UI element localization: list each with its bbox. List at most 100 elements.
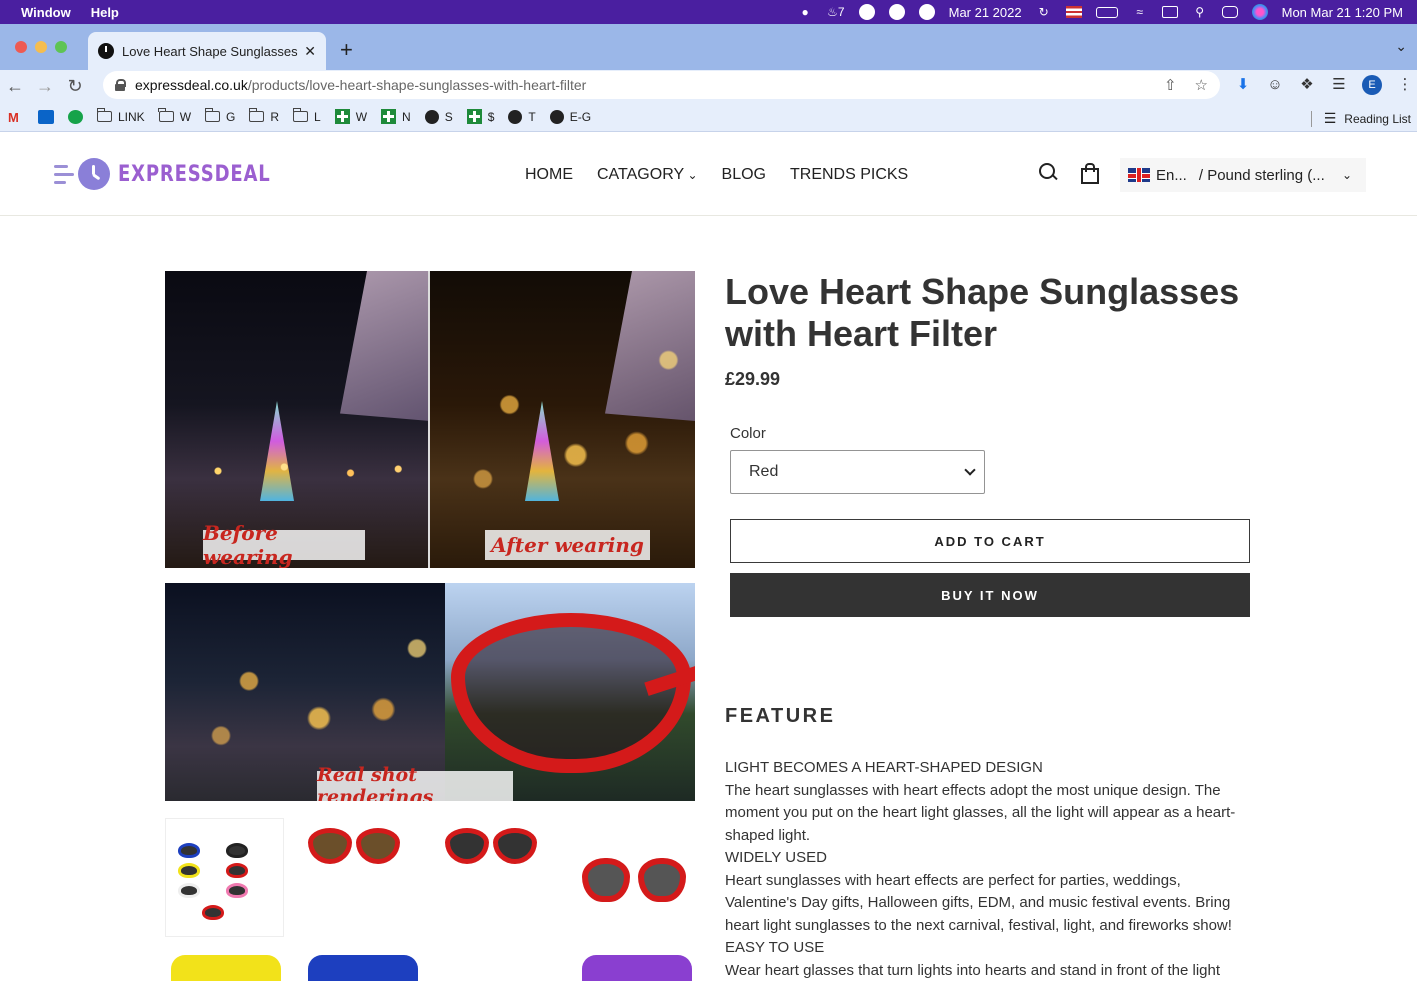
wifi-icon[interactable]: ≈	[1132, 5, 1148, 19]
close-tab-icon[interactable]: ✕	[304, 43, 316, 60]
bookmark-sheet-dollar[interactable]: $	[466, 109, 495, 124]
bookmark-grammarly[interactable]	[68, 109, 83, 124]
menubar-date[interactable]: Mar 21 2022	[949, 5, 1022, 20]
bookmark-sheet-w[interactable]: W	[334, 109, 367, 124]
caption-real-shot: Real shot renderings	[317, 764, 513, 801]
bookmark-label: W	[179, 109, 192, 124]
thumbnail-multicolor[interactable]	[165, 818, 284, 937]
bookmark-sheet-n[interactable]: N	[381, 109, 411, 124]
mini-glasses	[226, 843, 248, 858]
bookmark-folder-link[interactable]: LINK	[96, 108, 145, 124]
bookmark-outlook[interactable]	[38, 109, 54, 124]
bell-icon[interactable]: ♨7	[827, 5, 844, 19]
search-icon[interactable]	[1038, 162, 1058, 182]
address-bar[interactable]: expressdeal.co.uk/products/love-heart-sh…	[103, 71, 1220, 99]
extensions-puzzle-icon[interactable]: ❖	[1298, 76, 1316, 94]
bookmark-folder-g[interactable]: G	[204, 108, 236, 124]
site-logo[interactable]: EXPRESSDEAL	[54, 158, 304, 190]
chevron-down-icon	[964, 464, 976, 476]
color-select-value: Red	[749, 463, 779, 480]
close-window-button[interactable]	[15, 41, 27, 53]
mini-glasses	[226, 863, 248, 878]
minimize-window-button[interactable]	[35, 41, 47, 53]
grammarly-icon	[68, 109, 83, 124]
color-select[interactable]: Red	[730, 450, 985, 494]
back-arrow-icon[interactable]: ←	[0, 76, 30, 97]
thumbnail-yellow[interactable]	[165, 951, 284, 981]
menu-help[interactable]: Help	[91, 5, 119, 20]
line-app-icon[interactable]	[858, 4, 875, 20]
add-to-cart-button[interactable]: ADD TO CART	[730, 519, 1250, 563]
new-tab-icon[interactable]: +	[340, 37, 353, 63]
teamviewer-icon[interactable]	[888, 4, 905, 20]
reading-list-button[interactable]: ☰ Reading List	[1310, 110, 1411, 127]
media-control-icon[interactable]: ☰	[1330, 76, 1348, 94]
bookmark-folder-r[interactable]: R	[248, 108, 279, 124]
download-extension-icon[interactable]: ⬇	[1234, 76, 1252, 94]
lock-icon[interactable]	[115, 79, 126, 91]
purple-frame	[582, 955, 692, 981]
divider	[1310, 110, 1312, 127]
menubar-datetime[interactable]: Mon Mar 21 1:20 PM	[1282, 5, 1403, 20]
uk-flag-icon	[1128, 168, 1150, 182]
nav-trends-picks[interactable]: TRENDS PICKS	[790, 166, 908, 184]
thumbnail-red-side[interactable]	[302, 818, 421, 937]
time-machine-icon[interactable]: ↻	[1036, 5, 1052, 19]
reload-icon[interactable]: ↻	[60, 76, 90, 97]
forward-arrow-icon[interactable]: →	[30, 76, 60, 97]
tab-search-chevron-icon[interactable]: ⌄	[1395, 38, 1407, 55]
description-line: LIGHT BECOMES A HEART-SHAPED DESIGN	[725, 759, 1043, 776]
control-center-icon[interactable]	[1221, 6, 1238, 18]
active-tab[interactable]: Love Heart Shape Sunglasses w ✕	[88, 32, 326, 70]
menu-window[interactable]: Window	[21, 5, 71, 20]
main-product-image[interactable]: Before wearing After wearing	[165, 271, 695, 568]
bookmark-label: $	[487, 109, 495, 124]
bookmark-label: T	[528, 109, 536, 124]
zoom-window-button[interactable]	[55, 41, 67, 53]
spotlight-search-icon[interactable]: ⚲	[1192, 5, 1208, 19]
cart-bag-icon[interactable]	[1080, 162, 1099, 184]
siri-icon[interactable]	[1251, 4, 1268, 20]
chevron-down-icon: ⌄	[1341, 168, 1352, 182]
bookmark-globe-eg[interactable]: E-G	[549, 109, 591, 124]
nav-blog[interactable]: BLOG	[722, 166, 766, 184]
feature-heading: FEATURE	[725, 705, 836, 727]
bookmark-label: N	[402, 109, 411, 124]
bookmark-label: G	[226, 109, 236, 124]
checkmark-app-icon[interactable]	[918, 4, 935, 20]
thumbnail-empty[interactable]	[439, 951, 558, 981]
thumbnail-red-front[interactable]	[576, 818, 695, 937]
product-title: Love Heart Shape Sunglasses with Heart F…	[725, 271, 1240, 354]
bookmark-star-icon[interactable]: ☆	[1195, 76, 1208, 94]
more-menu-icon[interactable]: ⋮	[1396, 76, 1414, 94]
us-flag-icon[interactable]	[1065, 6, 1082, 18]
share-icon[interactable]: ⇧	[1164, 76, 1177, 94]
thumbnail-red-angle[interactable]	[439, 818, 558, 880]
wechat-icon[interactable]: ●	[797, 5, 813, 19]
avatar-extension-icon[interactable]: ☺	[1266, 76, 1284, 94]
logo-speed-lines	[54, 164, 74, 184]
buy-it-now-button[interactable]: BUY IT NOW	[730, 573, 1250, 617]
mini-glasses	[226, 883, 248, 898]
bookmark-gmail[interactable]: M	[8, 110, 24, 125]
bookmark-globe-s[interactable]: S	[424, 109, 453, 124]
reading-list-icon: ☰	[1323, 110, 1337, 126]
thumbnail-purple[interactable]	[576, 951, 695, 981]
description-line: EASY TO USE	[725, 939, 825, 956]
outlook-icon	[38, 109, 54, 124]
secondary-product-image[interactable]: Real shot renderings	[165, 583, 695, 801]
nav-home[interactable]: HOME	[525, 166, 573, 184]
nav-catagory[interactable]: CATAGORY	[597, 166, 698, 184]
bookmark-folder-l[interactable]: L	[292, 108, 321, 124]
keyboard-icon[interactable]	[1161, 6, 1178, 18]
mini-glasses	[178, 883, 200, 898]
lens-left	[582, 858, 630, 902]
profile-avatar[interactable]: E	[1362, 75, 1382, 95]
bookmark-folder-w[interactable]: W	[158, 108, 192, 124]
product-info: Love Heart Shape Sunglasses with Heart F…	[725, 271, 1265, 979]
language-currency-selector[interactable]: En... / Pound sterling (... ⌄	[1120, 158, 1366, 192]
thumbnail-blue[interactable]	[302, 951, 421, 981]
bookmark-globe-t[interactable]: T	[508, 109, 536, 124]
bookmark-label: S	[444, 109, 453, 124]
battery-icon[interactable]	[1095, 6, 1118, 18]
